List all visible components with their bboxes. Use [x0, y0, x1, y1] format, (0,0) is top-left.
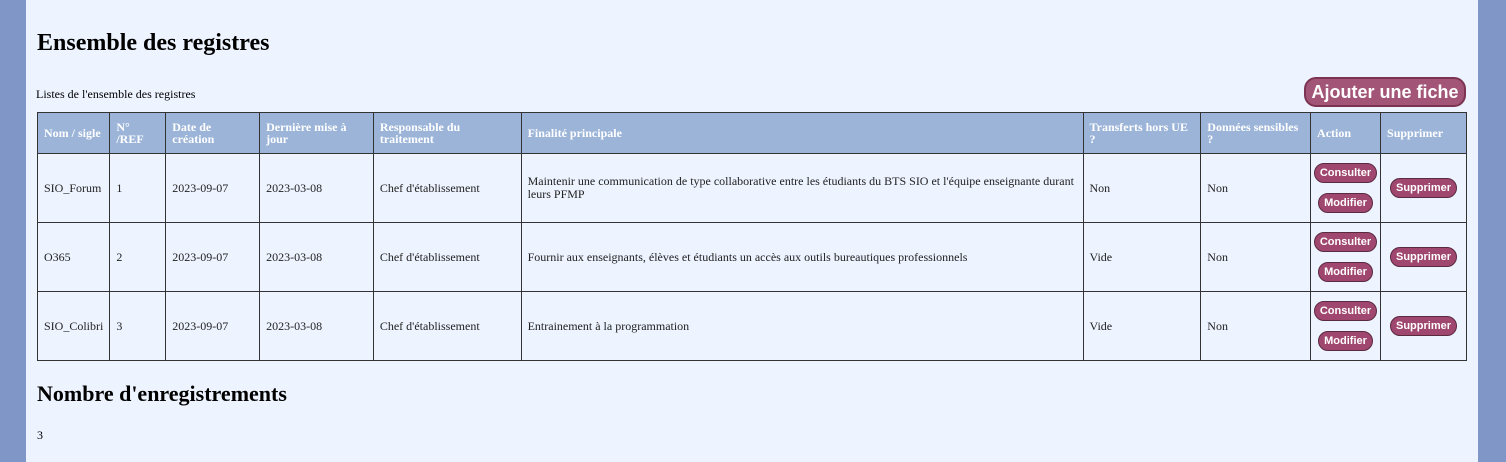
column-header-finalite: Finalité principale: [520, 112, 1084, 154]
add-record-button[interactable]: Ajouter une fiche: [1304, 77, 1466, 107]
cell-transferts: Vide: [1082, 291, 1202, 361]
table-row: SIO_Colibri 3 2023-09-07 2023-03-08 Chef…: [36, 291, 1467, 361]
cell-sensibles: Non: [1200, 153, 1312, 223]
table-header-row: Nom / sigle N° /REF Date de création Der…: [36, 112, 1467, 154]
cell-ref: 3: [109, 291, 167, 361]
column-header-creation: Date de création: [165, 112, 261, 154]
cell-maj: 2023-03-08: [259, 153, 374, 223]
cell-action: Consulter Modifier: [1310, 291, 1382, 361]
cell-finalite: Fournir aux enseignants, élèves et étudi…: [520, 222, 1084, 292]
cell-transferts: Vide: [1082, 222, 1202, 292]
supprimer-button[interactable]: Supprimer: [1390, 247, 1458, 267]
column-header-maj: Dernière mise à jour: [259, 112, 374, 154]
cell-sensibles: Non: [1200, 291, 1312, 361]
cell-supprimer: Supprimer: [1380, 291, 1467, 361]
cell-creation: 2023-09-07: [165, 222, 261, 292]
cell-ref: 2: [109, 222, 167, 292]
table-row: SIO_Forum 1 2023-09-07 2023-03-08 Chef d…: [36, 153, 1467, 223]
consulter-button[interactable]: Consulter: [1313, 301, 1378, 321]
cell-action: Consulter Modifier: [1310, 153, 1382, 223]
modifier-button[interactable]: Modifier: [1318, 331, 1373, 351]
consulter-button[interactable]: Consulter: [1313, 163, 1378, 183]
column-header-transferts: Transferts hors UE ?: [1082, 112, 1202, 154]
record-count-title: Nombre d'enregistrements: [37, 381, 287, 406]
column-header-supprimer: Supprimer: [1380, 112, 1467, 154]
page-title: Ensemble des registres: [37, 30, 270, 56]
cell-maj: 2023-03-08: [259, 291, 374, 361]
modifier-button[interactable]: Modifier: [1318, 193, 1373, 213]
cell-ref: 1: [109, 153, 167, 223]
cell-nom: SIO_Colibri: [36, 291, 111, 361]
cell-transferts: Non: [1082, 153, 1202, 223]
registers-table: Nom / sigle N° /REF Date de création Der…: [36, 112, 1467, 361]
record-count-value: 3: [37, 428, 43, 442]
cell-finalite: Maintenir une communication de type coll…: [520, 153, 1084, 223]
cell-responsable: Chef d'établissement: [372, 153, 522, 223]
page-subtitle: Listes de l'ensemble des registres: [36, 87, 196, 101]
cell-supprimer: Supprimer: [1380, 153, 1467, 223]
cell-supprimer: Supprimer: [1380, 222, 1467, 292]
supprimer-button[interactable]: Supprimer: [1390, 178, 1458, 198]
cell-sensibles: Non: [1200, 222, 1312, 292]
cell-responsable: Chef d'établissement: [372, 291, 522, 361]
cell-creation: 2023-09-07: [165, 153, 261, 223]
column-header-action: Action: [1310, 112, 1382, 154]
cell-nom: O365: [36, 222, 111, 292]
column-header-ref: N° /REF: [109, 112, 167, 154]
cell-finalite: Entrainement à la programmation: [520, 291, 1084, 361]
consulter-button[interactable]: Consulter: [1313, 232, 1378, 252]
cell-nom: SIO_Forum: [36, 153, 111, 223]
modifier-button[interactable]: Modifier: [1318, 262, 1373, 282]
column-header-nom: Nom / sigle: [36, 112, 111, 154]
column-header-sensibles: Données sensibles ?: [1200, 112, 1312, 154]
table-row: O365 2 2023-09-07 2023-03-08 Chef d'étab…: [36, 222, 1467, 292]
supprimer-button[interactable]: Supprimer: [1390, 316, 1458, 336]
cell-maj: 2023-03-08: [259, 222, 374, 292]
cell-action: Consulter Modifier: [1310, 222, 1382, 292]
cell-creation: 2023-09-07: [165, 291, 261, 361]
page-container: Ensemble des registres Listes de l'ensem…: [26, 0, 1478, 462]
column-header-responsable: Responsable du traitement: [372, 112, 522, 154]
cell-responsable: Chef d'établissement: [372, 222, 522, 292]
